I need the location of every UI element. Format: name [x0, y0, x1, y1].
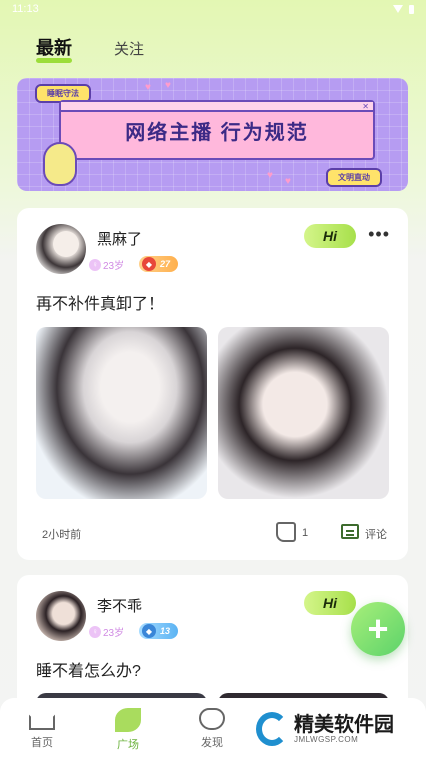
gem-icon: ◆ — [142, 257, 156, 271]
wifi-icon — [393, 5, 403, 13]
nav-discover[interactable]: 发现 — [182, 708, 242, 750]
age-badge: ♀ 23岁 — [89, 257, 124, 272]
mouse-icon — [43, 142, 77, 186]
heart-pulse-icon — [199, 708, 225, 730]
watermark: 精美软件园 JMLWGSP.COM — [256, 712, 394, 746]
watermark-logo-icon — [256, 712, 288, 746]
nav-square-label: 广场 — [117, 739, 139, 751]
level-text: 13 — [160, 626, 171, 636]
post-photo[interactable] — [36, 327, 207, 499]
watermark-subtitle: JMLWGSP.COM — [294, 734, 359, 744]
status-bar: 11:13 — [0, 0, 426, 18]
nav-home-label: 首页 — [31, 737, 53, 749]
thumbs-up-icon[interactable] — [276, 522, 296, 542]
tab-following[interactable]: 关注 — [114, 38, 144, 60]
battery-icon — [409, 4, 414, 14]
banner-title: 网络主播 行为规范 — [125, 122, 309, 144]
username[interactable]: 黑麻了 — [97, 228, 142, 249]
watermark-title: 精美软件园 — [294, 713, 394, 736]
age-badge: ♀ 23岁 — [89, 624, 124, 639]
nav-home[interactable]: 首页 — [12, 708, 72, 750]
watermark-text: 精美软件园 JMLWGSP.COM — [294, 715, 394, 744]
post-card[interactable]: 黑麻了 ♀ 23岁 ◆ 27 Hi ••• 再不补件真卸了！ 2小时前 1 评论 — [17, 208, 408, 560]
banner-window: ✕ 网络主播 行为规范 — [59, 100, 375, 160]
post-time: 2小时前 — [42, 529, 82, 541]
female-icon: ♀ — [89, 625, 101, 638]
female-icon: ♀ — [89, 258, 101, 271]
post-photo[interactable] — [218, 327, 389, 499]
nav-discover-label: 发现 — [201, 737, 223, 749]
status-icons — [393, 4, 414, 14]
hi-button[interactable]: Hi — [304, 591, 356, 615]
tab-latest[interactable]: 最新 — [36, 34, 72, 63]
hi-button[interactable]: Hi — [304, 224, 356, 248]
heart-icon: ♥ — [267, 170, 273, 181]
crown-icon — [29, 708, 55, 730]
heart-icon: ♥ — [145, 82, 151, 93]
post-footer: 2小时前 1 评论 — [36, 522, 389, 548]
gem-icon: ◆ — [142, 624, 156, 638]
heart-icon: ♥ — [285, 176, 291, 187]
level-badge: ◆ 27 — [139, 256, 179, 272]
more-icon[interactable]: ••• — [368, 224, 390, 245]
heart-icon: ♥ — [165, 80, 171, 91]
post-text: 睡不着怎么办? — [36, 663, 141, 680]
age-text: 23岁 — [103, 261, 125, 272]
add-post-button[interactable]: + — [351, 602, 405, 656]
comment-icon[interactable] — [341, 524, 359, 539]
post-text: 再不补件真卸了！ — [36, 296, 165, 313]
like-count: 1 — [302, 527, 309, 539]
close-icon: ✕ — [362, 102, 369, 111]
top-tabs: 最新 关注 — [36, 34, 144, 63]
status-time: 11:13 — [12, 3, 39, 15]
banner-window-bar — [61, 102, 373, 112]
level-badge: ◆ 13 — [139, 623, 179, 639]
avatar[interactable] — [36, 591, 86, 641]
level-text: 27 — [160, 259, 171, 269]
banner[interactable]: 睡眠守法 ♥ ♥ ✕ 网络主播 行为规范 ♥ ♥ 文明直动 — [17, 78, 408, 191]
avatar[interactable] — [36, 224, 86, 274]
leaf-icon — [115, 708, 141, 732]
banner-bottom-tag: 文明直动 — [326, 168, 382, 187]
username[interactable]: 李不乖 — [97, 595, 142, 616]
age-text: 23岁 — [103, 628, 125, 639]
comment-label[interactable]: 评论 — [365, 526, 387, 542]
nav-square[interactable]: 广场 — [98, 708, 158, 752]
